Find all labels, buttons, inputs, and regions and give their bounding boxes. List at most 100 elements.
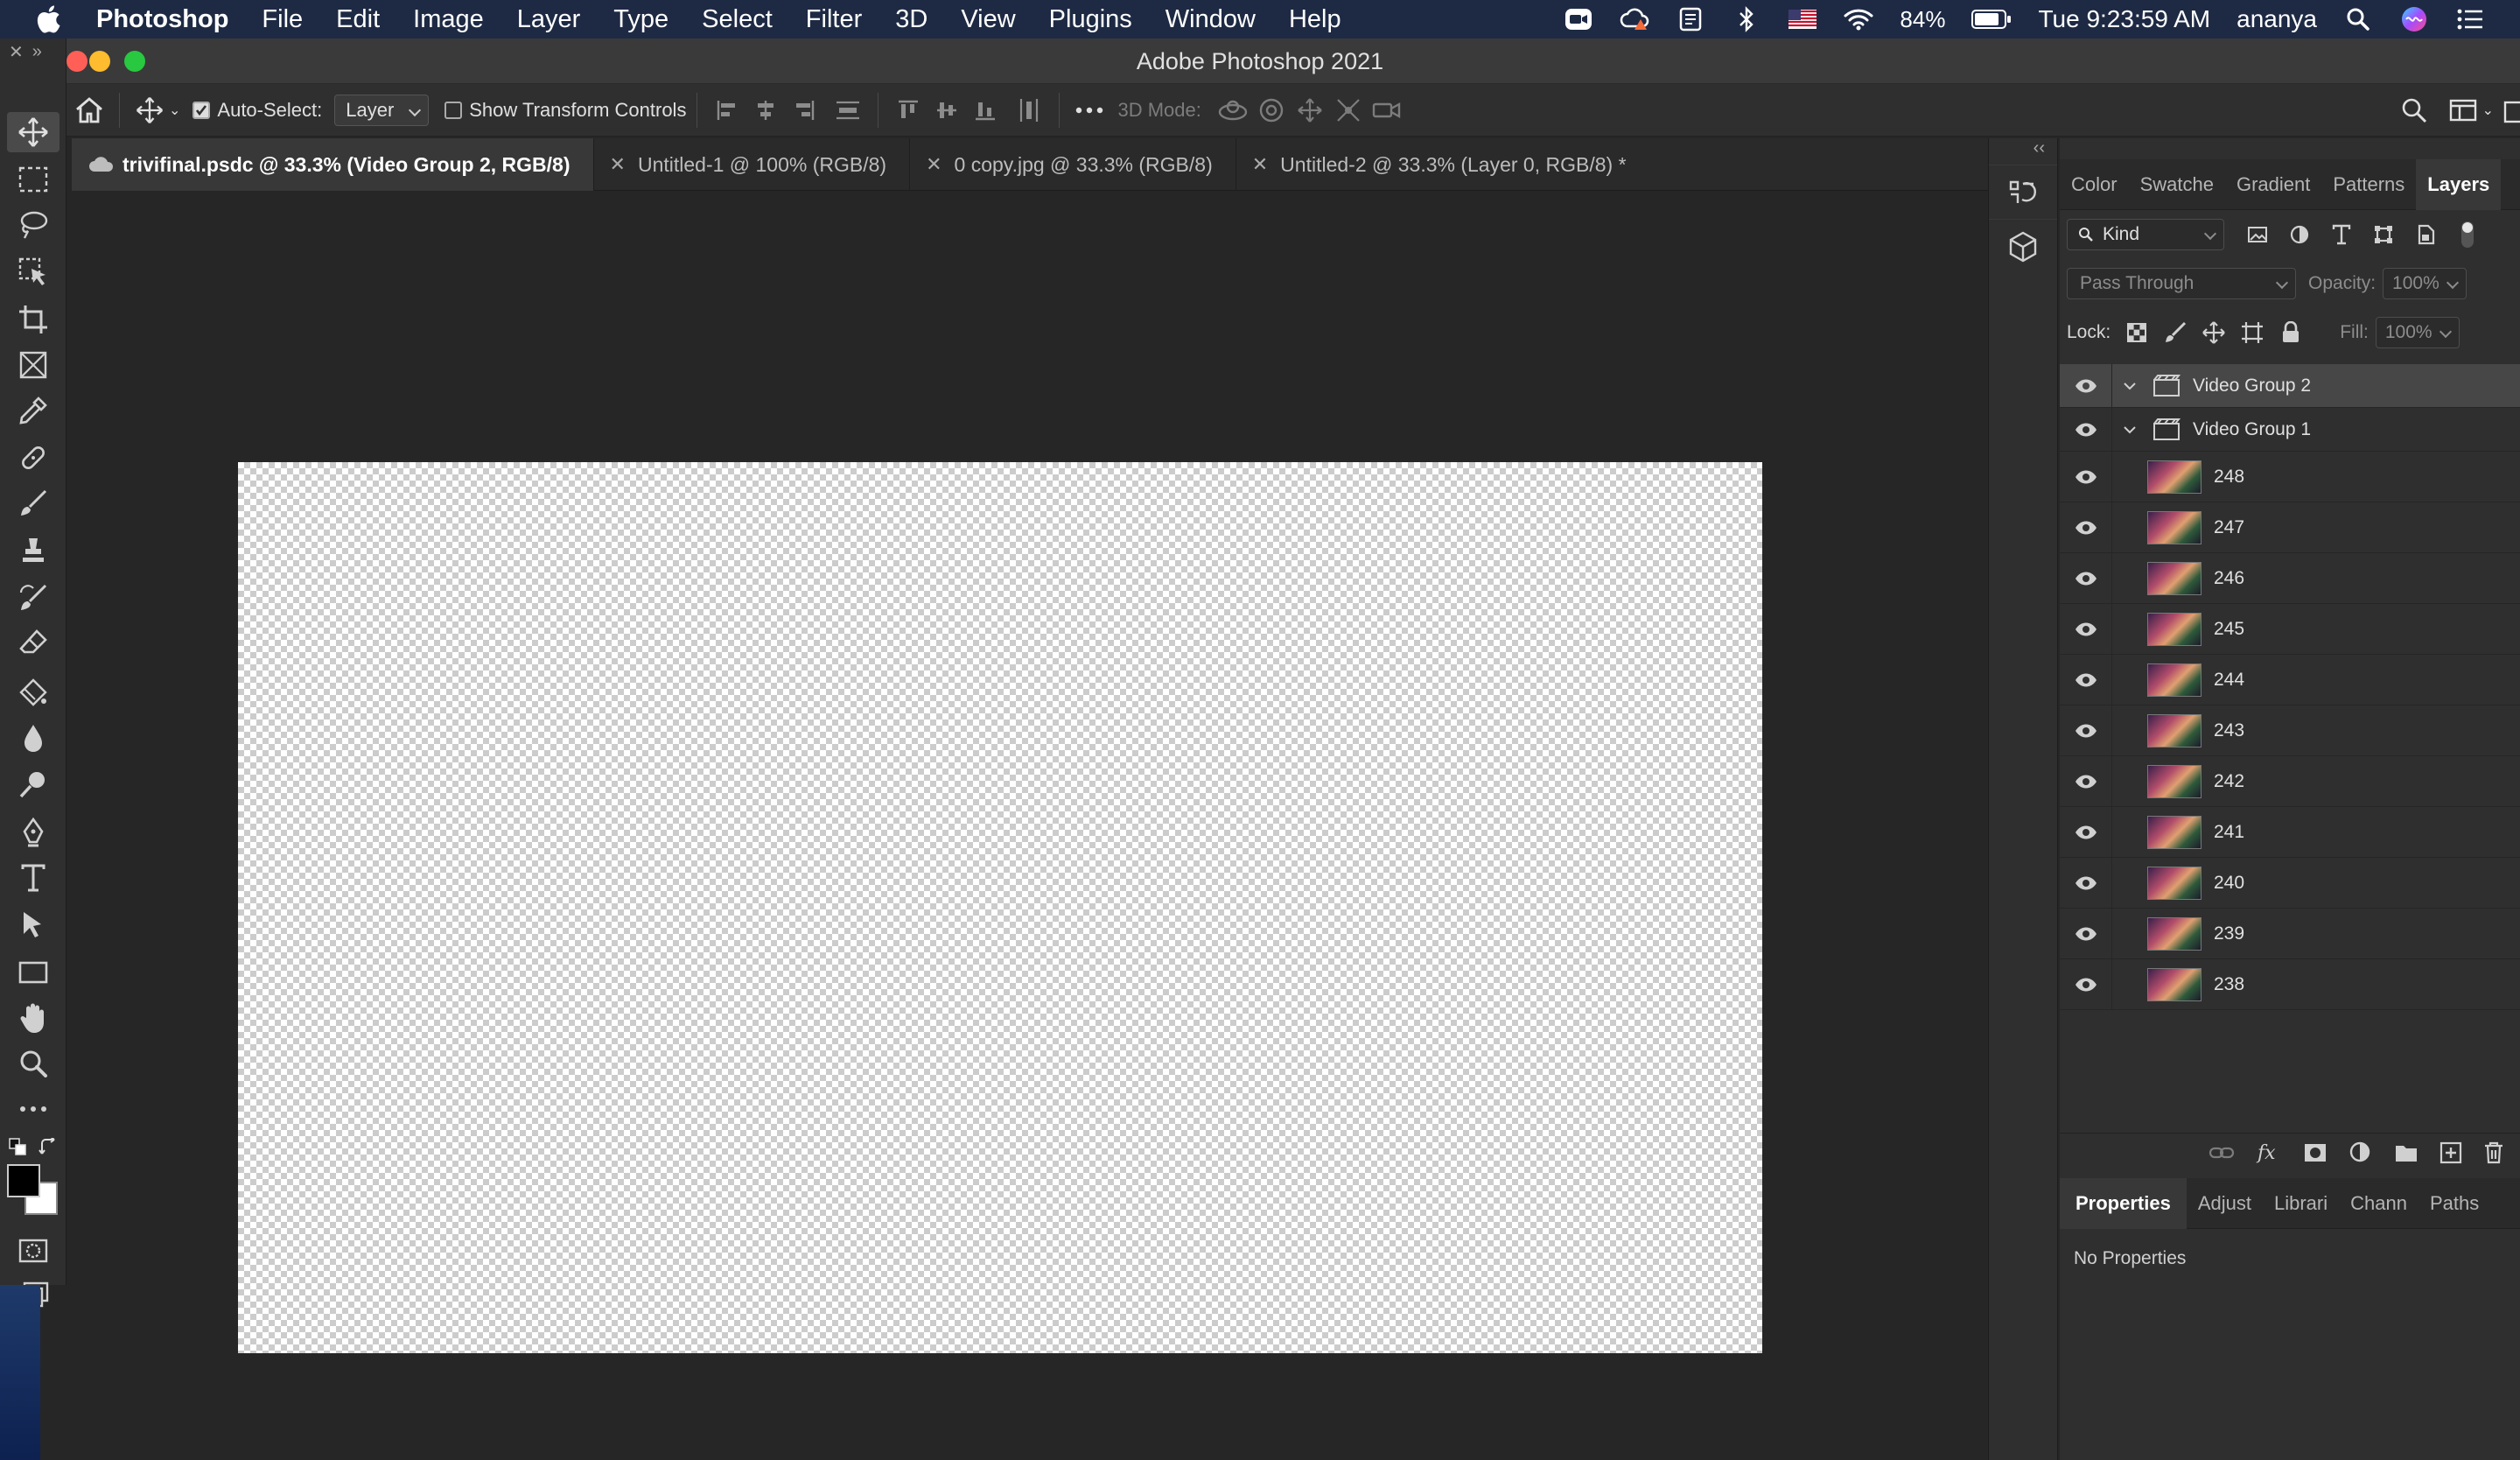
visibility-eye-icon[interactable] — [2060, 552, 2112, 604]
creative-cloud-icon[interactable] — [1620, 4, 1649, 34]
notes-icon[interactable] — [1676, 4, 1705, 34]
visibility-eye-icon[interactable] — [2060, 451, 2112, 502]
chevron-down-icon[interactable]: ⌄ — [169, 102, 180, 119]
lock-all-icon[interactable] — [2272, 315, 2310, 350]
opacity-input[interactable]: 100% — [2383, 268, 2468, 299]
layer-row[interactable]: 242 — [2060, 755, 2520, 807]
collapse-panels-icon[interactable]: ‹‹ — [1989, 138, 2057, 165]
menu-image[interactable]: Image — [413, 5, 484, 34]
zoom-tool[interactable] — [7, 1043, 60, 1084]
control-center-icon[interactable] — [2455, 4, 2485, 34]
new-layer-icon[interactable] — [2440, 1141, 2462, 1169]
menu-layer[interactable]: Layer — [517, 5, 581, 34]
more-tools-icon[interactable] — [7, 1089, 60, 1129]
distribute-horizontal-icon[interactable] — [1010, 91, 1048, 130]
minimize-window-button[interactable] — [89, 51, 110, 72]
hand-tool[interactable] — [7, 998, 60, 1038]
menu-plugins[interactable]: Plugins — [1049, 5, 1132, 34]
frame-tool[interactable] — [7, 345, 60, 385]
lasso-tool[interactable] — [7, 205, 60, 245]
wifi-icon[interactable] — [1844, 4, 1873, 34]
type-layer-filter-icon[interactable] — [2320, 217, 2362, 252]
menu-help[interactable]: Help — [1289, 5, 1341, 34]
layer-row[interactable]: 243 — [2060, 705, 2520, 756]
home-icon[interactable] — [70, 91, 108, 130]
quick-mask-icon[interactable] — [7, 1231, 60, 1271]
visibility-eye-icon[interactable] — [2060, 502, 2112, 553]
shape-layer-filter-icon[interactable] — [2362, 217, 2404, 252]
auto-select-target-dropdown[interactable]: Layer — [334, 94, 430, 126]
zoom-meeting-icon[interactable] — [1564, 4, 1593, 34]
history-panel-icon[interactable] — [1989, 165, 2057, 219]
layer-row[interactable]: 248 — [2060, 451, 2520, 502]
document-tab[interactable]: ✕ Untitled-1 @ 100% (RGB/8) — [594, 138, 911, 191]
visibility-eye-icon[interactable] — [2060, 364, 2112, 408]
history-brush-tool[interactable] — [7, 578, 60, 618]
chevron-down-icon[interactable] — [2123, 376, 2144, 397]
tab-adjustments[interactable]: Adjust — [2187, 1178, 2263, 1229]
blur-tool[interactable] — [7, 718, 60, 758]
close-panel-icon[interactable]: ✕ — [9, 41, 24, 63]
path-selection-tool[interactable] — [7, 905, 60, 945]
filter-toggle-icon[interactable] — [2446, 217, 2488, 252]
document-workspace[interactable] — [72, 191, 1988, 1460]
crop-tool[interactable] — [7, 299, 60, 340]
visibility-eye-icon[interactable] — [2060, 958, 2112, 1010]
healing-brush-tool[interactable] — [7, 438, 60, 478]
battery-icon[interactable] — [1971, 4, 2012, 34]
tab-swatches[interactable]: Swatche — [2129, 159, 2225, 210]
menu-window[interactable]: Window — [1166, 5, 1256, 34]
layer-row[interactable]: 245 — [2060, 603, 2520, 655]
lock-transparent-pixels-icon[interactable] — [2118, 315, 2156, 350]
visibility-eye-icon[interactable] — [2060, 908, 2112, 959]
layer-row[interactable]: 244 — [2060, 654, 2520, 705]
align-vertical-centers-icon[interactable] — [928, 91, 966, 130]
menu-select[interactable]: Select — [702, 5, 773, 34]
visibility-eye-icon[interactable] — [2060, 407, 2112, 452]
tab-properties[interactable]: Properties — [2060, 1177, 2187, 1229]
layer-row[interactable]: 241 — [2060, 806, 2520, 858]
adjustment-layer-icon[interactable] — [2348, 1141, 2373, 1169]
menu-filter[interactable]: Filter — [806, 5, 862, 34]
menu-edit[interactable]: Edit — [336, 5, 380, 34]
eraser-tool[interactable] — [7, 623, 60, 663]
3d-orbit-icon[interactable] — [1214, 91, 1252, 130]
chevron-down-icon[interactable] — [2123, 419, 2144, 440]
us-flag-icon[interactable] — [1788, 4, 1817, 34]
default-colors-icon[interactable] — [9, 1138, 26, 1155]
tab-channels[interactable]: Chann — [2339, 1178, 2418, 1229]
spotlight-search-icon[interactable] — [2343, 4, 2373, 34]
close-window-button[interactable] — [66, 51, 88, 72]
lock-position-icon[interactable] — [2194, 315, 2233, 350]
lock-image-pixels-icon[interactable] — [2156, 315, 2194, 350]
apple-icon[interactable] — [35, 4, 61, 34]
tab-paths[interactable]: Paths — [2418, 1178, 2490, 1229]
distribute-vertical-icon[interactable] — [829, 91, 867, 130]
user-name[interactable]: ananya — [2236, 5, 2317, 33]
eyedropper-tool[interactable] — [7, 390, 60, 431]
close-tab-icon[interactable]: ✕ — [926, 153, 942, 176]
transparent-canvas[interactable] — [238, 462, 1762, 1353]
auto-select-checkbox[interactable] — [192, 101, 211, 119]
siri-icon[interactable] — [2399, 4, 2429, 34]
foreground-color-swatch[interactable] — [7, 1164, 40, 1197]
align-right-edges-icon[interactable] — [785, 91, 823, 130]
align-horizontal-centers-icon[interactable] — [746, 91, 785, 130]
layer-row-group[interactable]: Video Group 2 — [2060, 364, 2520, 408]
adjustment-layer-filter-icon[interactable] — [2278, 217, 2320, 252]
visibility-eye-icon[interactable] — [2060, 806, 2112, 858]
zoom-window-button[interactable] — [124, 51, 145, 72]
pen-tool[interactable] — [7, 812, 60, 853]
layer-style-fx-icon[interactable]: fx — [2256, 1141, 2282, 1169]
bluetooth-icon[interactable] — [1732, 4, 1761, 34]
clock[interactable]: Tue 9:23:59 AM — [2038, 5, 2210, 33]
expand-panel-icon[interactable]: » — [32, 42, 42, 62]
rectangular-marquee-tool[interactable] — [7, 159, 60, 200]
trash-icon[interactable] — [2483, 1141, 2504, 1169]
chevron-down-icon[interactable]: ⌄ — [2482, 102, 2494, 119]
menu-view[interactable]: View — [961, 5, 1015, 34]
move-tool[interactable] — [7, 112, 60, 152]
menu-type[interactable]: Type — [613, 5, 668, 34]
document-tab[interactable]: ✕ Untitled-2 @ 33.3% (Layer 0, RGB/8) * — [1236, 138, 1649, 191]
lock-artboard-icon[interactable] — [2233, 315, 2272, 350]
